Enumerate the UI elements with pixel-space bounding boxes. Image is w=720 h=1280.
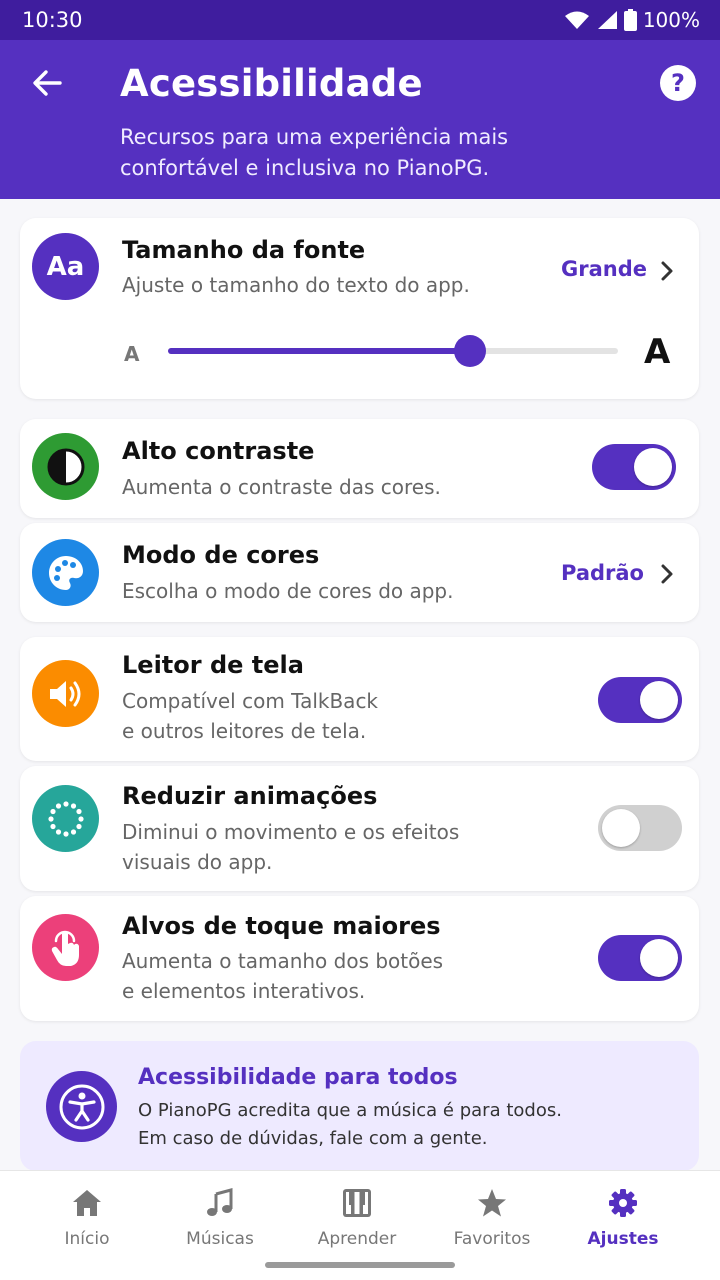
piano-icon bbox=[343, 1189, 371, 1217]
slider-fill bbox=[168, 348, 470, 354]
star-icon bbox=[478, 1189, 506, 1217]
app-bar: Acessibilidade Recursos para uma experiê… bbox=[0, 40, 720, 199]
wifi-icon bbox=[564, 11, 589, 29]
subtitle-line: e elementos interativos. bbox=[122, 979, 366, 1003]
info-card: Acessibilidade para todos O PianoPG acre… bbox=[20, 1041, 699, 1171]
font-size-subtitle: Ajuste o tamanho do texto do app. bbox=[122, 273, 470, 297]
nav-label: Início bbox=[64, 1229, 110, 1249]
setting-larger-targets[interactable]: Alvos de toque maiores Aumenta o tamanho… bbox=[20, 896, 699, 1021]
subtitle-line: visuais do app. bbox=[122, 850, 273, 874]
toggle-knob bbox=[640, 939, 678, 977]
screen-reader-toggle[interactable] bbox=[598, 677, 682, 723]
status-time: 10:30 bbox=[22, 8, 83, 32]
nav-item-music[interactable]: Músicas bbox=[155, 1171, 285, 1261]
toggle-knob bbox=[602, 809, 640, 847]
status-bar: 10:30 100% bbox=[0, 0, 720, 40]
font-size-title: Tamanho da fonte bbox=[122, 236, 366, 264]
setting-color-mode[interactable]: Modo de cores Escolha o modo de cores do… bbox=[20, 523, 699, 622]
toggle-knob bbox=[640, 681, 678, 719]
setting-title: Alvos de toque maiores bbox=[122, 912, 441, 940]
nav-item-home[interactable]: Início bbox=[22, 1171, 152, 1261]
slider-thumb[interactable] bbox=[453, 335, 486, 367]
accessibility-icon bbox=[46, 1071, 117, 1142]
setting-subtitle: Compatível com TalkBack e outros leitore… bbox=[122, 686, 378, 746]
setting-title: Alto contraste bbox=[122, 437, 315, 465]
home-icon bbox=[73, 1190, 101, 1216]
color-mode-value[interactable]: Padrão bbox=[561, 561, 644, 585]
nav-item-favorites[interactable]: Favoritos bbox=[427, 1171, 557, 1261]
setting-subtitle: Aumenta o tamanho dos botões e elementos… bbox=[122, 946, 443, 1006]
high-contrast-toggle[interactable] bbox=[592, 444, 676, 490]
slider-min-label: A bbox=[124, 342, 140, 366]
signal-icon bbox=[597, 11, 617, 29]
slider-max-label: A bbox=[644, 332, 671, 372]
speaker-icon bbox=[32, 660, 99, 727]
arrow-back-icon[interactable] bbox=[30, 66, 64, 100]
font-size-icon: Aa bbox=[32, 233, 99, 300]
nav-item-learn[interactable]: Aprender bbox=[292, 1171, 422, 1261]
setting-subtitle: Escolha o modo de cores do app. bbox=[122, 579, 454, 603]
info-line: Em caso de dúvidas, fale com a gente. bbox=[138, 1128, 488, 1149]
font-size-value[interactable]: Grande bbox=[561, 257, 647, 281]
setting-subtitle: Aumenta o contraste das cores. bbox=[122, 475, 441, 499]
font-size-slider[interactable] bbox=[168, 335, 618, 367]
setting-subtitle: Diminui o movimento e os efeitos visuais… bbox=[122, 817, 459, 877]
gear-icon bbox=[609, 1189, 637, 1217]
setting-title: Reduzir animações bbox=[122, 782, 378, 810]
nav-label: Favoritos bbox=[453, 1229, 531, 1249]
contrast-icon bbox=[32, 433, 99, 500]
toggle-knob bbox=[634, 448, 672, 486]
setting-high-contrast[interactable]: Alto contraste Aumenta o contraste das c… bbox=[20, 419, 699, 518]
chevron-right-icon[interactable] bbox=[658, 563, 676, 585]
nav-item-settings[interactable]: Ajustes bbox=[558, 1171, 688, 1261]
touch-icon bbox=[32, 914, 99, 981]
subtitle-line: Compatível com TalkBack bbox=[122, 689, 379, 713]
nav-label: Músicas bbox=[186, 1229, 254, 1249]
help-icon[interactable]: ? bbox=[660, 65, 696, 101]
subtitle-line: e outros leitores de tela. bbox=[122, 719, 367, 743]
page-title: Acessibilidade bbox=[120, 62, 423, 105]
battery-icon bbox=[623, 9, 637, 31]
setting-title: Leitor de tela bbox=[122, 651, 304, 679]
font-size-card: Aa Tamanho da fonte Ajuste o tamanho do … bbox=[20, 218, 699, 399]
setting-title: Modo de cores bbox=[122, 541, 320, 569]
palette-icon bbox=[32, 539, 99, 606]
info-title: Acessibilidade para todos bbox=[138, 1065, 458, 1090]
info-line: O PianoPG acredita que a música é para t… bbox=[138, 1100, 562, 1121]
nav-label: Ajustes bbox=[587, 1229, 659, 1249]
music-note-icon bbox=[207, 1188, 233, 1216]
font-size-icon-text: Aa bbox=[46, 251, 85, 282]
subtitle-line: Diminui o movimento e os efeitos bbox=[122, 820, 460, 844]
larger-targets-toggle[interactable] bbox=[598, 935, 682, 981]
setting-screen-reader[interactable]: Leitor de tela Compatível com TalkBack e… bbox=[20, 637, 699, 761]
subtitle-line: Aumenta o tamanho dos botões bbox=[122, 949, 444, 973]
chevron-right-icon[interactable] bbox=[658, 260, 676, 282]
page-subtitle: Recursos para uma experiência mais confo… bbox=[120, 125, 509, 180]
reduce-animations-toggle[interactable] bbox=[598, 805, 682, 851]
setting-reduce-animations[interactable]: Reduzir animações Diminui o movimento e … bbox=[20, 766, 699, 891]
status-icons: 100% bbox=[564, 8, 700, 32]
nav-label: Aprender bbox=[317, 1229, 397, 1249]
info-text: O PianoPG acredita que a música é para t… bbox=[138, 1097, 562, 1153]
dotted-circle-icon bbox=[32, 785, 99, 852]
home-indicator[interactable] bbox=[265, 1262, 455, 1268]
battery-percent: 100% bbox=[642, 8, 700, 32]
